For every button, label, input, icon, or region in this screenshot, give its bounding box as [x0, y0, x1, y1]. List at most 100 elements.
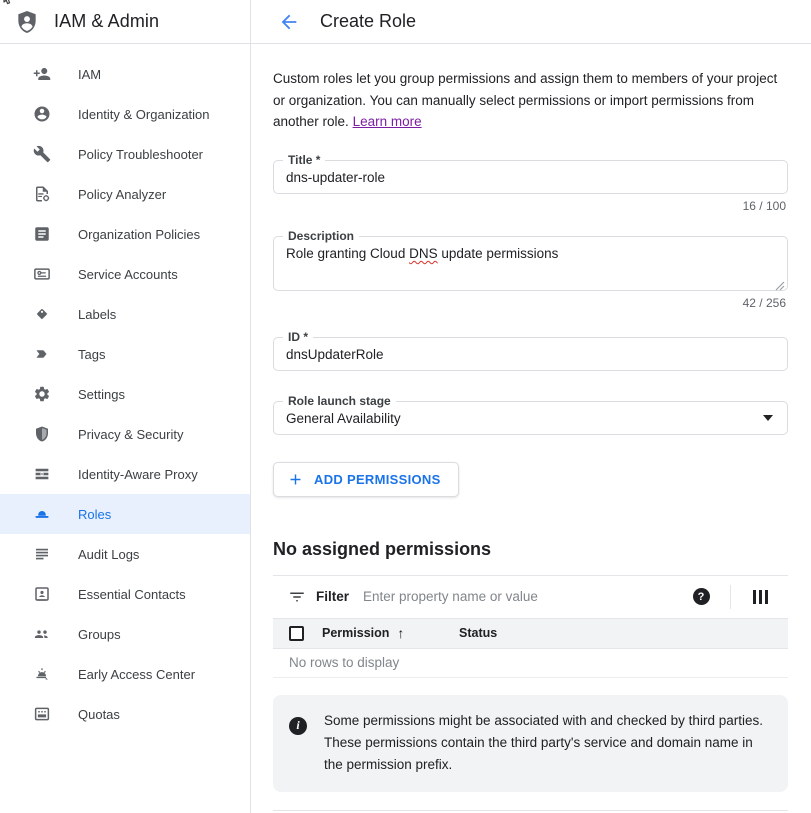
sidebar-item-label: Quotas [78, 707, 120, 722]
info-icon: i [289, 717, 307, 735]
iam-admin-logo-icon [14, 9, 40, 35]
sidebar-item-essential-contacts[interactable]: Essential Contacts [0, 574, 250, 614]
sidebar-item-groups[interactable]: Groups [0, 614, 250, 654]
intro-text: Custom roles let you group permissions a… [273, 68, 788, 133]
empty-table-message: No rows to display [273, 649, 788, 678]
intro-paragraph: Custom roles let you group permissions a… [273, 71, 777, 129]
gear-icon [32, 384, 52, 404]
sidebar-item-roles[interactable]: Roles [0, 494, 250, 534]
title-input[interactable] [274, 161, 787, 193]
permission-column-header[interactable]: Permission ↑ [322, 625, 459, 641]
sidebar-item-label: Identity & Organization [78, 107, 210, 122]
launch-stage-label: Role launch stage [283, 394, 396, 408]
permissions-table-header: Permission ↑ Status [273, 618, 788, 649]
third-party-info-box: i Some permissions might be associated w… [273, 695, 788, 792]
id-field-label: ID * [283, 330, 313, 344]
sidebar-item-organization-policies[interactable]: Organization Policies [0, 214, 250, 254]
description-text: update permissions [438, 246, 559, 261]
description-field-label: Description [283, 229, 359, 243]
sidebar-item-label: Audit Logs [78, 547, 139, 562]
sidebar-item-policy-analyzer[interactable]: Policy Analyzer [0, 174, 250, 214]
app-title: IAM & Admin [54, 11, 159, 32]
title-field: Title * [273, 160, 788, 194]
sidebar-item-label: Policy Analyzer [78, 187, 166, 202]
sidebar-item-policy-troubleshooter[interactable]: Policy Troubleshooter [0, 134, 250, 174]
sidebar-item-tags[interactable]: Tags [0, 334, 250, 374]
iam-create-role-page: IAM & Admin IAM Identity & Organization … [0, 0, 811, 813]
toolbar-divider [730, 585, 731, 609]
contact-card-icon [32, 584, 52, 604]
article-icon [32, 224, 52, 244]
description-misspelled-text: DNS [409, 246, 438, 261]
sidebar-item-labels[interactable]: Labels [0, 294, 250, 334]
description-field: Description Role granting Cloud DNS upda… [273, 236, 788, 291]
status-column-header[interactable]: Status [459, 626, 497, 640]
sidebar-item-label: Identity-Aware Proxy [78, 467, 198, 482]
title-field-label: Title * [283, 153, 325, 167]
filter-label[interactable]: Filter [316, 589, 349, 604]
roles-hat-icon [32, 504, 52, 524]
sidebar-item-label: Policy Troubleshooter [78, 147, 203, 162]
dropdown-caret-icon [763, 415, 773, 421]
sort-ascending-icon: ↑ [397, 625, 404, 641]
filter-bar: Filter ? [273, 575, 788, 618]
add-permissions-button[interactable]: ADD PERMISSIONS [273, 462, 459, 497]
early-access-icon [32, 664, 52, 684]
page-title: Create Role [320, 11, 416, 32]
description-char-counter: 42 / 256 [273, 296, 786, 310]
page-header: Create Role [251, 0, 811, 44]
help-icon[interactable]: ? [693, 588, 710, 605]
sidebar-item-quotas[interactable]: Quotas [0, 694, 250, 734]
audit-lines-icon [32, 544, 52, 564]
select-all-checkbox[interactable] [289, 626, 304, 641]
description-input[interactable]: Role granting Cloud DNS update permissio… [274, 237, 787, 290]
quotas-icon [32, 704, 52, 724]
sidebar: IAM & Admin IAM Identity & Organization … [0, 0, 251, 813]
plus-icon [287, 471, 304, 488]
back-arrow-icon[interactable] [278, 11, 300, 33]
main-content: Create Role Custom roles let you group p… [251, 0, 811, 813]
groups-icon [32, 624, 52, 644]
sidebar-item-settings[interactable]: Settings [0, 374, 250, 414]
shield-icon [32, 424, 52, 444]
sidebar-item-service-accounts[interactable]: Service Accounts [0, 254, 250, 294]
sidebar-item-label: Early Access Center [78, 667, 195, 682]
description-text: Role granting Cloud [286, 246, 409, 261]
sidebar-header: IAM & Admin [0, 0, 250, 44]
sidebar-item-label: Organization Policies [78, 227, 200, 242]
permission-column-label: Permission [322, 626, 389, 640]
id-input[interactable] [274, 338, 787, 370]
footer-divider [273, 810, 788, 811]
key-card-icon [32, 264, 52, 284]
sidebar-item-early-access-center[interactable]: Early Access Center [0, 654, 250, 694]
account-circle-icon [32, 104, 52, 124]
sidebar-item-identity-organization[interactable]: Identity & Organization [0, 94, 250, 134]
sidebar-item-iam[interactable]: IAM [0, 54, 250, 94]
add-permissions-label: ADD PERMISSIONS [314, 472, 441, 487]
textarea-resize-handle-icon[interactable] [775, 278, 785, 288]
person-add-icon [32, 64, 52, 84]
column-settings-icon[interactable] [753, 590, 769, 604]
title-char-counter: 16 / 100 [273, 199, 786, 213]
info-text: Some permissions might be associated wit… [324, 710, 764, 777]
sidebar-nav: IAM Identity & Organization Policy Troub… [0, 44, 250, 734]
filter-icon [288, 588, 306, 606]
role-launch-stage-select[interactable]: Role launch stage General Availability [273, 401, 788, 435]
sidebar-item-privacy-security[interactable]: Privacy & Security [0, 414, 250, 454]
sidebar-item-label: IAM [78, 67, 101, 82]
sidebar-item-label: Service Accounts [78, 267, 178, 282]
sidebar-item-label: Labels [78, 307, 116, 322]
sidebar-item-label: Roles [78, 507, 111, 522]
sidebar-item-identity-aware-proxy[interactable]: Identity-Aware Proxy [0, 454, 250, 494]
sidebar-item-label: Groups [78, 627, 121, 642]
filter-input[interactable] [363, 589, 684, 604]
label-tag-icon [32, 304, 52, 324]
id-field: ID * [273, 337, 788, 371]
sidebar-item-audit-logs[interactable]: Audit Logs [0, 534, 250, 574]
sidebar-item-label: Settings [78, 387, 125, 402]
policy-analyzer-icon [32, 184, 52, 204]
iap-layers-icon [32, 464, 52, 484]
sidebar-item-label: Privacy & Security [78, 427, 183, 442]
wrench-icon [32, 144, 52, 164]
learn-more-link[interactable]: Learn more [353, 114, 422, 129]
